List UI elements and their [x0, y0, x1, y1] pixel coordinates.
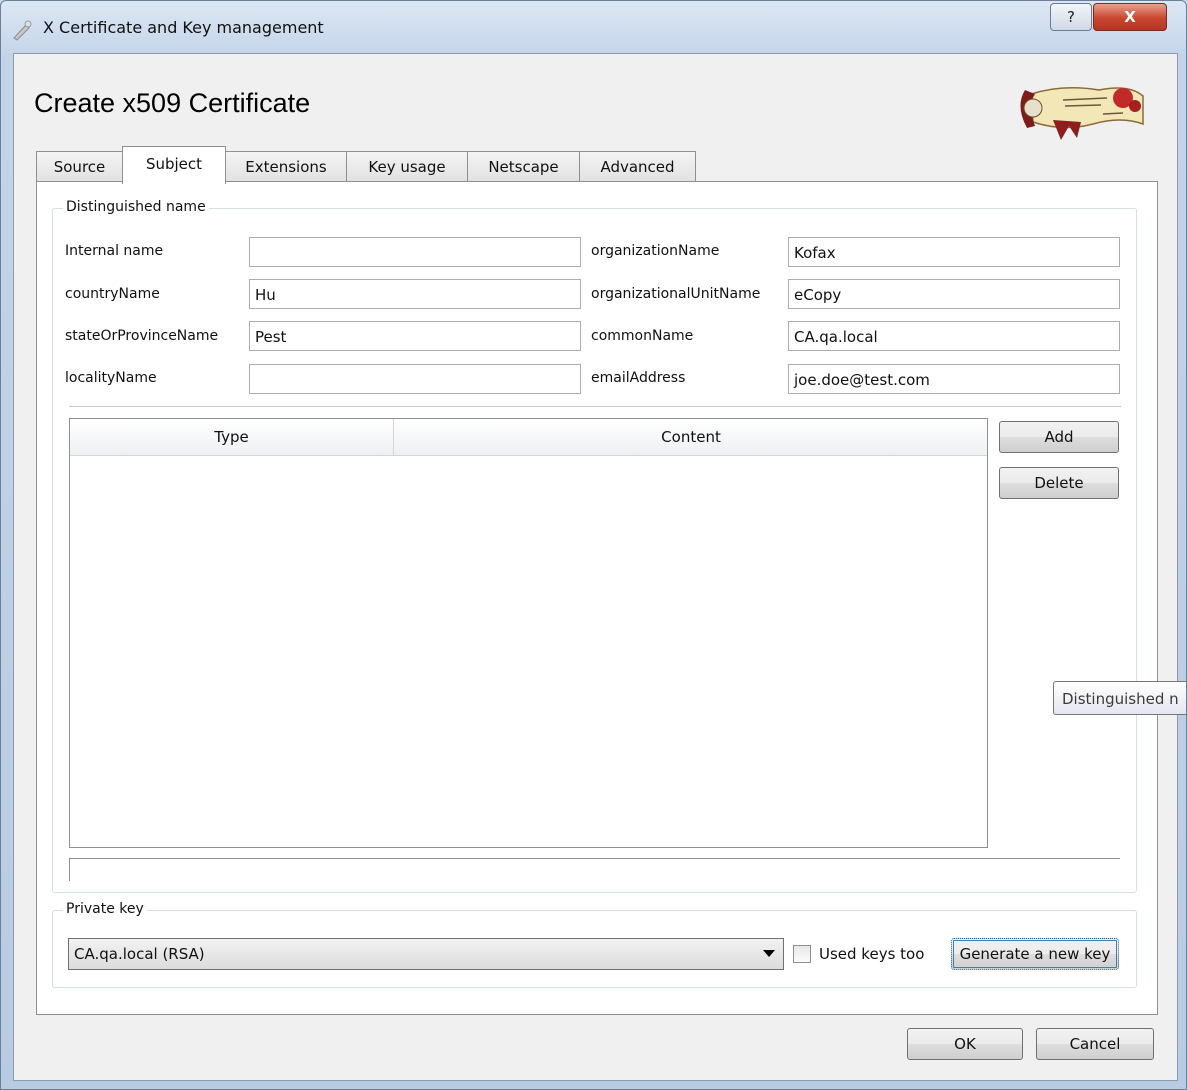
organization-name-label: organizationName [591, 243, 720, 259]
delete-button[interactable]: Delete [999, 467, 1119, 499]
locality-name-label: localityName [65, 370, 157, 386]
tooltip: Distinguished n [1053, 681, 1186, 715]
certificate-scroll-icon [1020, 87, 1144, 140]
app-icon [13, 20, 32, 41]
state-or-province-name-label: stateOrProvinceName [65, 328, 219, 344]
subject-tab-panel: Distinguished name Internal name country… [36, 181, 1158, 1015]
help-button[interactable]: ? [1050, 3, 1092, 31]
common-name-label: commonName [591, 328, 694, 344]
used-keys-too-label[interactable]: Used keys too [819, 945, 924, 963]
distinguished-name-group: Distinguished name Internal name country… [52, 199, 1137, 893]
column-header-type[interactable]: Type [70, 419, 394, 455]
email-address-label: emailAddress [591, 370, 686, 386]
column-header-content[interactable]: Content [394, 419, 988, 455]
internal-name-label: Internal name [65, 243, 164, 259]
tab-netscape[interactable]: Netscape [467, 151, 580, 182]
chevron-down-icon [763, 950, 775, 957]
state-or-province-name-field[interactable]: Pest [249, 321, 581, 351]
title-bar[interactable]: X Certificate and Key management ? X [1, 1, 1186, 53]
distinguished-name-group-title: Distinguished name [63, 199, 209, 215]
country-name-label: countryName [65, 286, 160, 302]
country-name-field[interactable]: Hu [249, 279, 581, 309]
cancel-button[interactable]: Cancel [1036, 1028, 1154, 1060]
table-header: Type Content [70, 419, 987, 456]
tab-source[interactable]: Source [36, 151, 123, 182]
dialog-body: Create x509 Certificate Source Subject E… [13, 53, 1178, 1081]
tab-key-usage[interactable]: Key usage [346, 151, 468, 182]
add-button[interactable]: Add [999, 421, 1119, 453]
certificate-dialog-window: X Certificate and Key management ? X Cre… [0, 0, 1187, 1090]
generate-new-key-button[interactable]: Generate a new key [951, 938, 1119, 970]
email-address-field[interactable]: joe.doe@test.com [788, 364, 1120, 394]
private-key-group-title: Private key [63, 901, 147, 917]
organization-name-field[interactable]: Kofax [788, 237, 1120, 267]
private-key-group: Private key CA.qa.local (RSA) Used keys … [52, 901, 1137, 988]
organizational-unit-name-field[interactable]: eCopy [788, 279, 1120, 309]
tab-advanced[interactable]: Advanced [579, 151, 696, 182]
tab-extensions[interactable]: Extensions [225, 151, 347, 182]
extra-entries-table[interactable]: Type Content [69, 418, 988, 848]
common-name-field[interactable]: CA.qa.local [788, 321, 1120, 351]
page-title: Create x509 Certificate [34, 88, 311, 118]
organizational-unit-name-label: organizationalUnitName [591, 286, 761, 302]
locality-name-field[interactable] [249, 364, 581, 394]
internal-name-field[interactable] [249, 237, 581, 267]
table-status-line [69, 858, 1120, 881]
close-button[interactable]: X [1093, 3, 1167, 31]
ok-button[interactable]: OK [907, 1028, 1023, 1060]
private-key-selected-value: CA.qa.local (RSA) [74, 945, 205, 963]
private-key-select[interactable]: CA.qa.local (RSA) [68, 938, 784, 970]
window-title: X Certificate and Key management [43, 18, 324, 37]
used-keys-too-checkbox[interactable] [793, 945, 811, 963]
tab-subject[interactable]: Subject [122, 146, 226, 184]
divider [69, 406, 1121, 407]
